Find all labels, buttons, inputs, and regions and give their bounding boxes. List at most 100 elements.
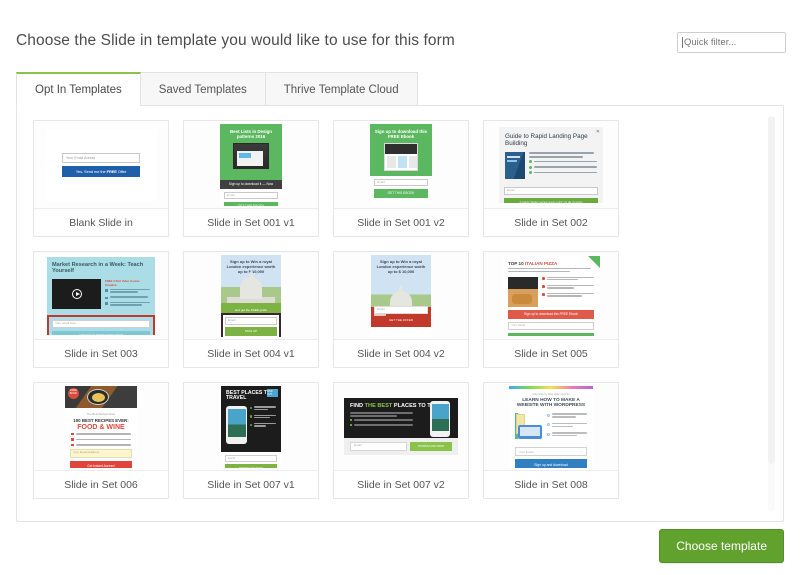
template-thumbnail: Sign up to Win a royal London experience… <box>334 252 468 340</box>
preview-kicker: The Best Recipes Ever <box>86 411 116 416</box>
template-thumbnail: TOP 10 ITALIAN PIZZA Sign up to download <box>484 252 618 340</box>
preview-submit-button: Yes, Send me the FREE Offer <box>62 165 140 177</box>
template-card-slide-in-set-008[interactable]: Free Step by Step Video Course LEARN HOW… <box>483 382 619 499</box>
template-card-slide-in-set-006[interactable]: FREE BOOK The Best Recipes Ever 100 BEST… <box>33 382 169 499</box>
preview-bar-text: Sign up to download it — Now <box>220 179 282 189</box>
gallery-scrollbar[interactable] <box>768 116 775 511</box>
preview-email-placeholder: Email <box>225 316 277 325</box>
preview-email-placeholder: Your email here <box>52 320 150 329</box>
template-card-label: Slide in Set 007 v1 <box>184 471 318 498</box>
lock-icon: ☉ <box>580 449 583 454</box>
preview-title-line-1: 100 BEST RECIPES EVER: <box>73 417 129 423</box>
preview-title: Guide to Rapid Landing Page Building <box>505 132 588 147</box>
preview-image <box>384 142 418 171</box>
preview-title: Sign up to download this FREE Ebook <box>374 128 428 140</box>
preview-image <box>508 276 538 307</box>
preview-kicker: Free Step by Step Video Course <box>532 392 570 396</box>
template-card-label: Slide in Set 003 <box>34 340 168 367</box>
preview-submit-button: GET THIS EBOOK <box>224 201 278 206</box>
template-card-slide-in-set-003[interactable]: Market Research in a Week: Teach Yoursel… <box>33 251 169 368</box>
tab-opt-in-templates[interactable]: Opt In Templates <box>16 72 141 106</box>
template-thumbnail: Best Lists in Design patterns 2016 Sign … <box>184 121 318 209</box>
template-card-slide-in-set-004-v2[interactable]: Sign up to Win a royal London experience… <box>333 251 469 368</box>
preview-image: Sign up to Win a royal London experience… <box>371 254 431 327</box>
template-card-slide-in-set-004-v1[interactable]: Sign up to Win a royal London experience… <box>183 251 319 368</box>
preview-email-placeholder: Email <box>350 441 407 451</box>
preview-submit-button: Get Instant Access! <box>70 461 132 468</box>
preview-email-placeholder: Your email <box>508 321 594 330</box>
preview-submit-button: DOWNLOAD NOW <box>508 332 594 336</box>
preview-submit-button: Sign up and download <box>515 459 587 468</box>
tab-thrive-template-cloud[interactable]: Thrive Template Cloud <box>264 72 418 106</box>
template-thumbnail: Free Step by Step Video Course LEARN HOW… <box>484 383 618 471</box>
preview-badge: FREE BOOK <box>68 387 79 399</box>
tab-label: Thrive Template Cloud <box>283 83 399 96</box>
template-card-label: Slide in Set 001 v2 <box>334 209 468 236</box>
preview-submit-button: GET THE OFFER <box>374 315 428 324</box>
close-icon: ✕ <box>595 128 600 135</box>
preview-email-placeholder: Email <box>224 191 278 199</box>
template-card-slide-in-set-005[interactable]: TOP 10 ITALIAN PIZZA Sign up to download <box>483 251 619 368</box>
template-gallery-panel: Your Email Adress Yes, Send me the FREE Of… <box>16 105 784 522</box>
preview-image <box>226 406 247 445</box>
preview-email-placeholder: Your Email Adress <box>66 155 96 160</box>
template-card-slide-in-set-007-v1[interactable]: FIND OUT BEST PLACES TO TRAVEL Email DOW… <box>183 382 319 499</box>
preview-submit-button: GET THIS EBOOK <box>374 188 428 198</box>
gallery-scrollbar-thumb[interactable] <box>768 116 775 464</box>
template-thumbnail: Your Email Adress Yes, Send me the FREE Of… <box>34 121 168 209</box>
template-thumbnail: Sign up to download this FREE Ebook Emai… <box>334 121 468 209</box>
preview-image <box>430 400 450 437</box>
preview-title: Market Research in a Week: Teach Yoursel… <box>52 261 144 275</box>
preview-title: Sign up to Win a royal London experience… <box>376 258 426 274</box>
preview-submit-button: DOWNLOAD NOW <box>225 463 277 468</box>
tab-label: Saved Templates <box>158 83 247 96</box>
template-thumbnail: Sign up to Win a royal London experience… <box>184 252 318 340</box>
template-thumbnail: FIND OUT BEST PLACES TO TRAVEL Email DOW… <box>184 383 318 471</box>
preview-email-placeholder: Your Email Address <box>70 449 132 459</box>
preview-submit-button: GET YOUR FIRST VIDEO NOW <box>52 331 150 335</box>
text-cursor-icon <box>682 37 683 48</box>
preview-email-placeholder: Email <box>374 305 428 314</box>
preview-email-placeholder: Email <box>504 187 598 196</box>
template-card-label: Slide in Set 004 v1 <box>184 340 318 367</box>
video-play-icon <box>52 278 101 309</box>
preview-submit-button: SIGN UP <box>225 326 277 336</box>
template-tabs: Opt In Templates Saved Templates Thrive … <box>16 72 418 106</box>
template-card-slide-in-set-002[interactable]: ✕ Guide to Rapid Landing Page Building E… <box>483 120 619 237</box>
template-card-slide-in-set-001-v1[interactable]: Best Lists in Design patterns 2016 Sign … <box>183 120 319 237</box>
preview-image: FREE BOOK <box>65 385 137 408</box>
preview-submit-button: SUBSCRIBE NOW AND GET OUR GUIDE <box>504 198 598 203</box>
template-card-slide-in-set-007-v2[interactable]: FIND THE BEST PLACES TO TRAVEL Email DOW… <box>333 382 469 499</box>
preview-tag: FIND OUT <box>267 388 278 397</box>
template-card-label: Slide in Set 005 <box>484 340 618 367</box>
template-card-label: Blank Slide in <box>34 209 168 236</box>
template-thumbnail: ✕ Guide to Rapid Landing Page Building E… <box>484 121 618 209</box>
preview-highlight: FREE 4 Part Video Course Includes: <box>105 278 140 287</box>
preview-title: Best Lists in Design patterns 2016 <box>230 128 272 140</box>
preview-image <box>505 152 525 180</box>
corner-ribbon-icon <box>588 255 600 268</box>
tab-label: Opt In Templates <box>35 84 122 96</box>
choose-template-button[interactable]: Choose template <box>659 529 784 563</box>
page-title: Choose the Slide in template you would l… <box>16 32 455 49</box>
quick-filter-input[interactable] <box>683 37 781 48</box>
template-card-slide-in-set-001-v2[interactable]: Sign up to download this FREE Ebook Emai… <box>333 120 469 237</box>
template-thumbnail: FREE BOOK The Best Recipes Ever 100 BEST… <box>34 383 168 471</box>
template-card-label: Slide in Set 004 v2 <box>334 340 468 367</box>
preview-image <box>515 413 543 443</box>
quick-filter-wrapper[interactable] <box>677 32 786 53</box>
preview-title: TOP 10 ITALIAN PIZZA <box>508 260 558 266</box>
preview-subtext: and get the FREE guide <box>234 307 268 312</box>
template-card-label: Slide in Set 001 v1 <box>184 209 318 236</box>
template-card-label: Slide in Set 002 <box>484 209 618 236</box>
template-thumbnail: FIND THE BEST PLACES TO TRAVEL Email DOW… <box>334 383 468 471</box>
preview-image <box>233 142 269 169</box>
preview-submit-button: DOWNLOAD NOW <box>410 441 452 451</box>
tab-saved-templates[interactable]: Saved Templates <box>139 72 266 106</box>
template-card-blank-slide-in[interactable]: Your Email Adress Yes, Send me the FREE Of… <box>33 120 169 237</box>
preview-email-placeholder: Email <box>374 178 428 186</box>
preview-email-placeholder: Email <box>225 454 277 462</box>
preview-title: LEARN HOW TO MAKE A WEBSITE WITH WORDPRE… <box>516 397 586 409</box>
preview-banner: Sign up to download this FREE Ebook <box>508 309 594 319</box>
preview-title-line-2: FOOD & WINE <box>77 423 125 431</box>
